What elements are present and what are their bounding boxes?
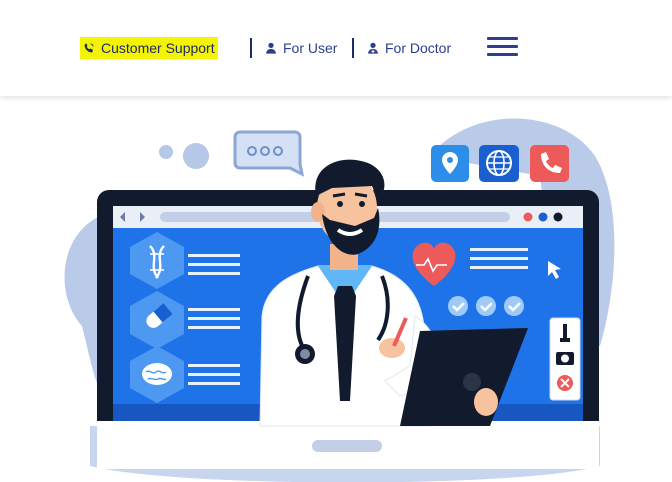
globe-icon xyxy=(479,145,519,182)
for-doctor-label: For Doctor xyxy=(385,40,452,56)
for-doctor-link[interactable]: For Doctor xyxy=(367,37,451,59)
telemedicine-illustration xyxy=(64,118,615,482)
customer-support-link[interactable]: Customer Support xyxy=(80,37,218,59)
phone-icon xyxy=(530,145,569,182)
phone-volume-icon xyxy=(84,43,94,53)
for-user-link[interactable]: For User xyxy=(265,37,337,59)
check-icons xyxy=(448,296,524,316)
user-icon xyxy=(266,42,276,54)
chat-bubble-icon xyxy=(233,130,305,177)
nav-divider xyxy=(250,38,252,58)
hamburger-menu-icon[interactable] xyxy=(487,37,518,59)
nav-divider xyxy=(352,38,354,58)
customer-support-label: Customer Support xyxy=(101,40,215,56)
site-header: Customer Support For User For Doctor xyxy=(0,0,672,96)
location-pin-icon xyxy=(431,145,469,182)
for-user-label: For User xyxy=(283,40,338,56)
side-toolbar xyxy=(549,317,581,401)
user-doctor-icon xyxy=(368,42,378,54)
hero-banner xyxy=(0,96,672,482)
